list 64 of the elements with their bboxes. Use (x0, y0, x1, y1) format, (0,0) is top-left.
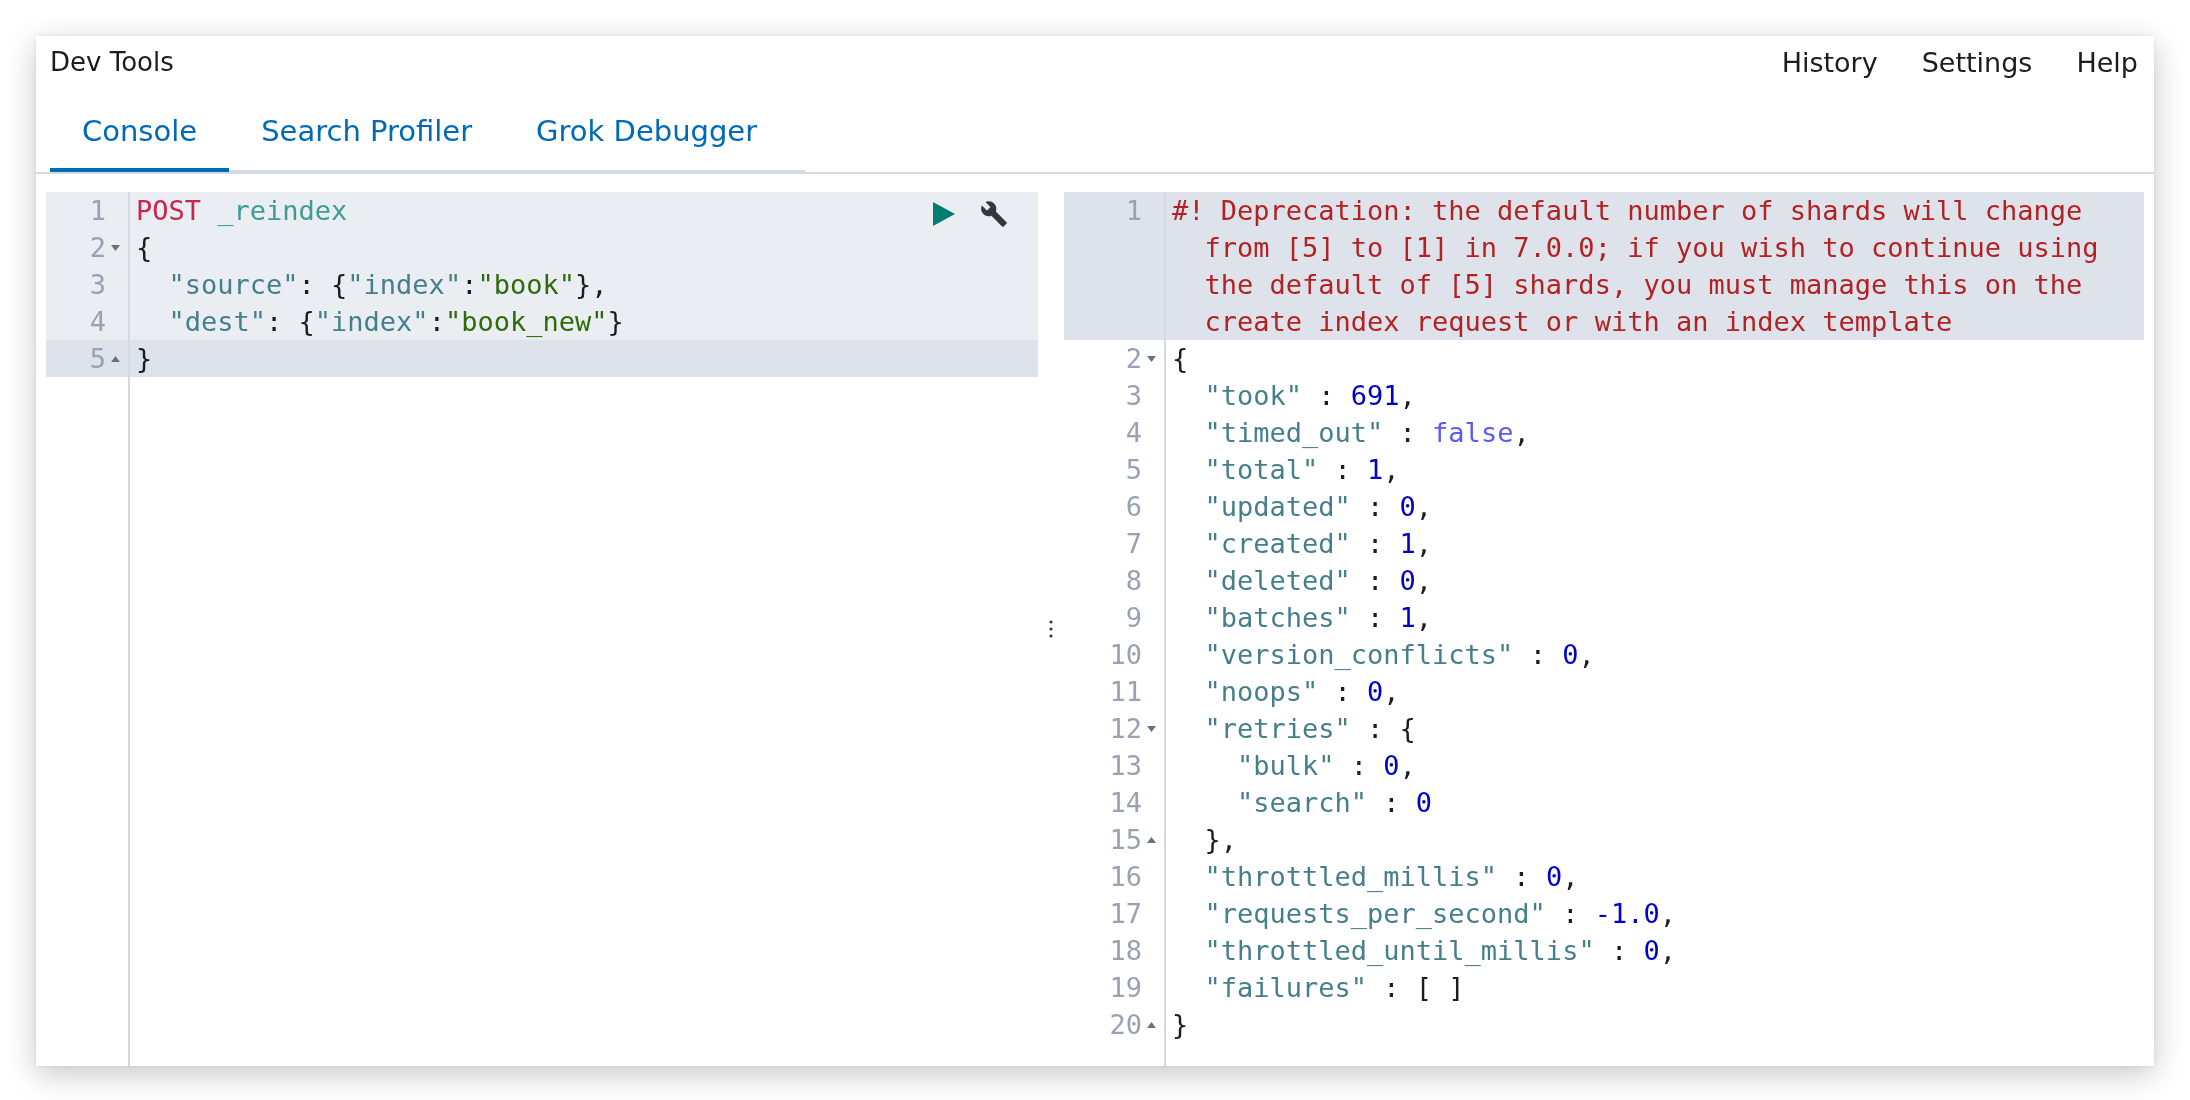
code-text: "version_conflicts" : 0, (1203, 638, 1595, 672)
code-text: "throttled_millis" : 0, (1203, 860, 1579, 894)
line-number: 2 (89, 231, 106, 265)
line-number: 15 (1109, 823, 1142, 857)
code-text: #! Deprecation: the default number of shards will change from [5] to [1] in 7.0.0; if you wish to continue using the default of [5] shards, you must manage this on the create index request or with an index template (1171, 194, 2100, 339)
header-link[interactable]: Help (2076, 46, 2138, 78)
code-text: "created" : 1, (1203, 527, 1433, 561)
code-text: "failures" : [ ] (1203, 971, 1465, 1005)
code-text: "noops" : 0, (1203, 675, 1400, 709)
line-number: 12 (1109, 712, 1142, 746)
line-number: 5 (1125, 453, 1142, 487)
code-text: "search" : 0 (1236, 786, 1433, 820)
header-link[interactable]: Settings (1921, 46, 2033, 78)
line-number: 9 (1125, 601, 1142, 635)
code-text: "timed_out" : false, (1203, 416, 1530, 450)
line-number: 1 (89, 194, 106, 228)
code-text: "retries" : { (1203, 712, 1416, 746)
code-text: } (135, 342, 153, 376)
code-text: } (1171, 1008, 1189, 1042)
line-number: 10 (1109, 638, 1142, 672)
line-number: 11 (1109, 675, 1142, 709)
code-text: }, (1203, 823, 1238, 857)
code-text: "took" : 691, (1203, 379, 1416, 413)
line-number: 20 (1109, 1008, 1142, 1042)
unfold-icon[interactable] (1146, 1021, 1156, 1028)
tab[interactable]: Search Profiler (229, 98, 505, 172)
line-number: 3 (89, 268, 106, 302)
header-link[interactable]: History (1781, 46, 1878, 78)
unfold-icon[interactable] (1146, 836, 1156, 843)
app-title: Dev Tools (50, 47, 174, 77)
line-number: 2 (1125, 342, 1142, 376)
code-text: "throttled_until_millis" : 0, (1203, 934, 1676, 968)
unfold-icon[interactable] (110, 355, 120, 362)
code-text: "total" : 1, (1203, 453, 1400, 487)
code-text: "deleted" : 0, (1203, 564, 1433, 598)
line-number: 6 (1125, 490, 1142, 524)
line-number: 5 (89, 342, 106, 376)
fold-icon[interactable] (1146, 725, 1156, 732)
code-text: POST _reindex (135, 194, 348, 228)
code-text: { (135, 231, 153, 265)
code-text: "updated" : 0, (1203, 490, 1433, 524)
line-number: 8 (1125, 564, 1142, 598)
line-number: 19 (1109, 971, 1142, 1005)
line-number: 13 (1109, 749, 1142, 783)
wrench-icon[interactable] (978, 198, 1010, 230)
line-number: 14 (1109, 786, 1142, 820)
code-text: "dest": {"index":"book_new"} (167, 305, 624, 339)
code-text: "bulk" : 0, (1236, 749, 1416, 783)
code-text: { (1171, 342, 1189, 376)
resize-handle-icon[interactable] (1049, 619, 1053, 639)
line-number: 1 (1125, 194, 1142, 228)
line-number: 16 (1109, 860, 1142, 894)
line-number: 4 (1125, 416, 1142, 450)
code-text: "source": {"index":"book"}, (167, 268, 608, 302)
fold-icon[interactable] (110, 244, 120, 251)
line-number: 17 (1109, 897, 1142, 931)
line-number: 4 (89, 305, 106, 339)
line-number: 3 (1125, 379, 1142, 413)
line-number: 18 (1109, 934, 1142, 968)
code-text: "batches" : 1, (1203, 601, 1433, 635)
code-text: "requests_per_second" : -1.0, (1203, 897, 1676, 931)
line-number: 7 (1125, 527, 1142, 561)
tab[interactable]: Grok Debugger (504, 98, 790, 172)
fold-icon[interactable] (1146, 355, 1156, 362)
